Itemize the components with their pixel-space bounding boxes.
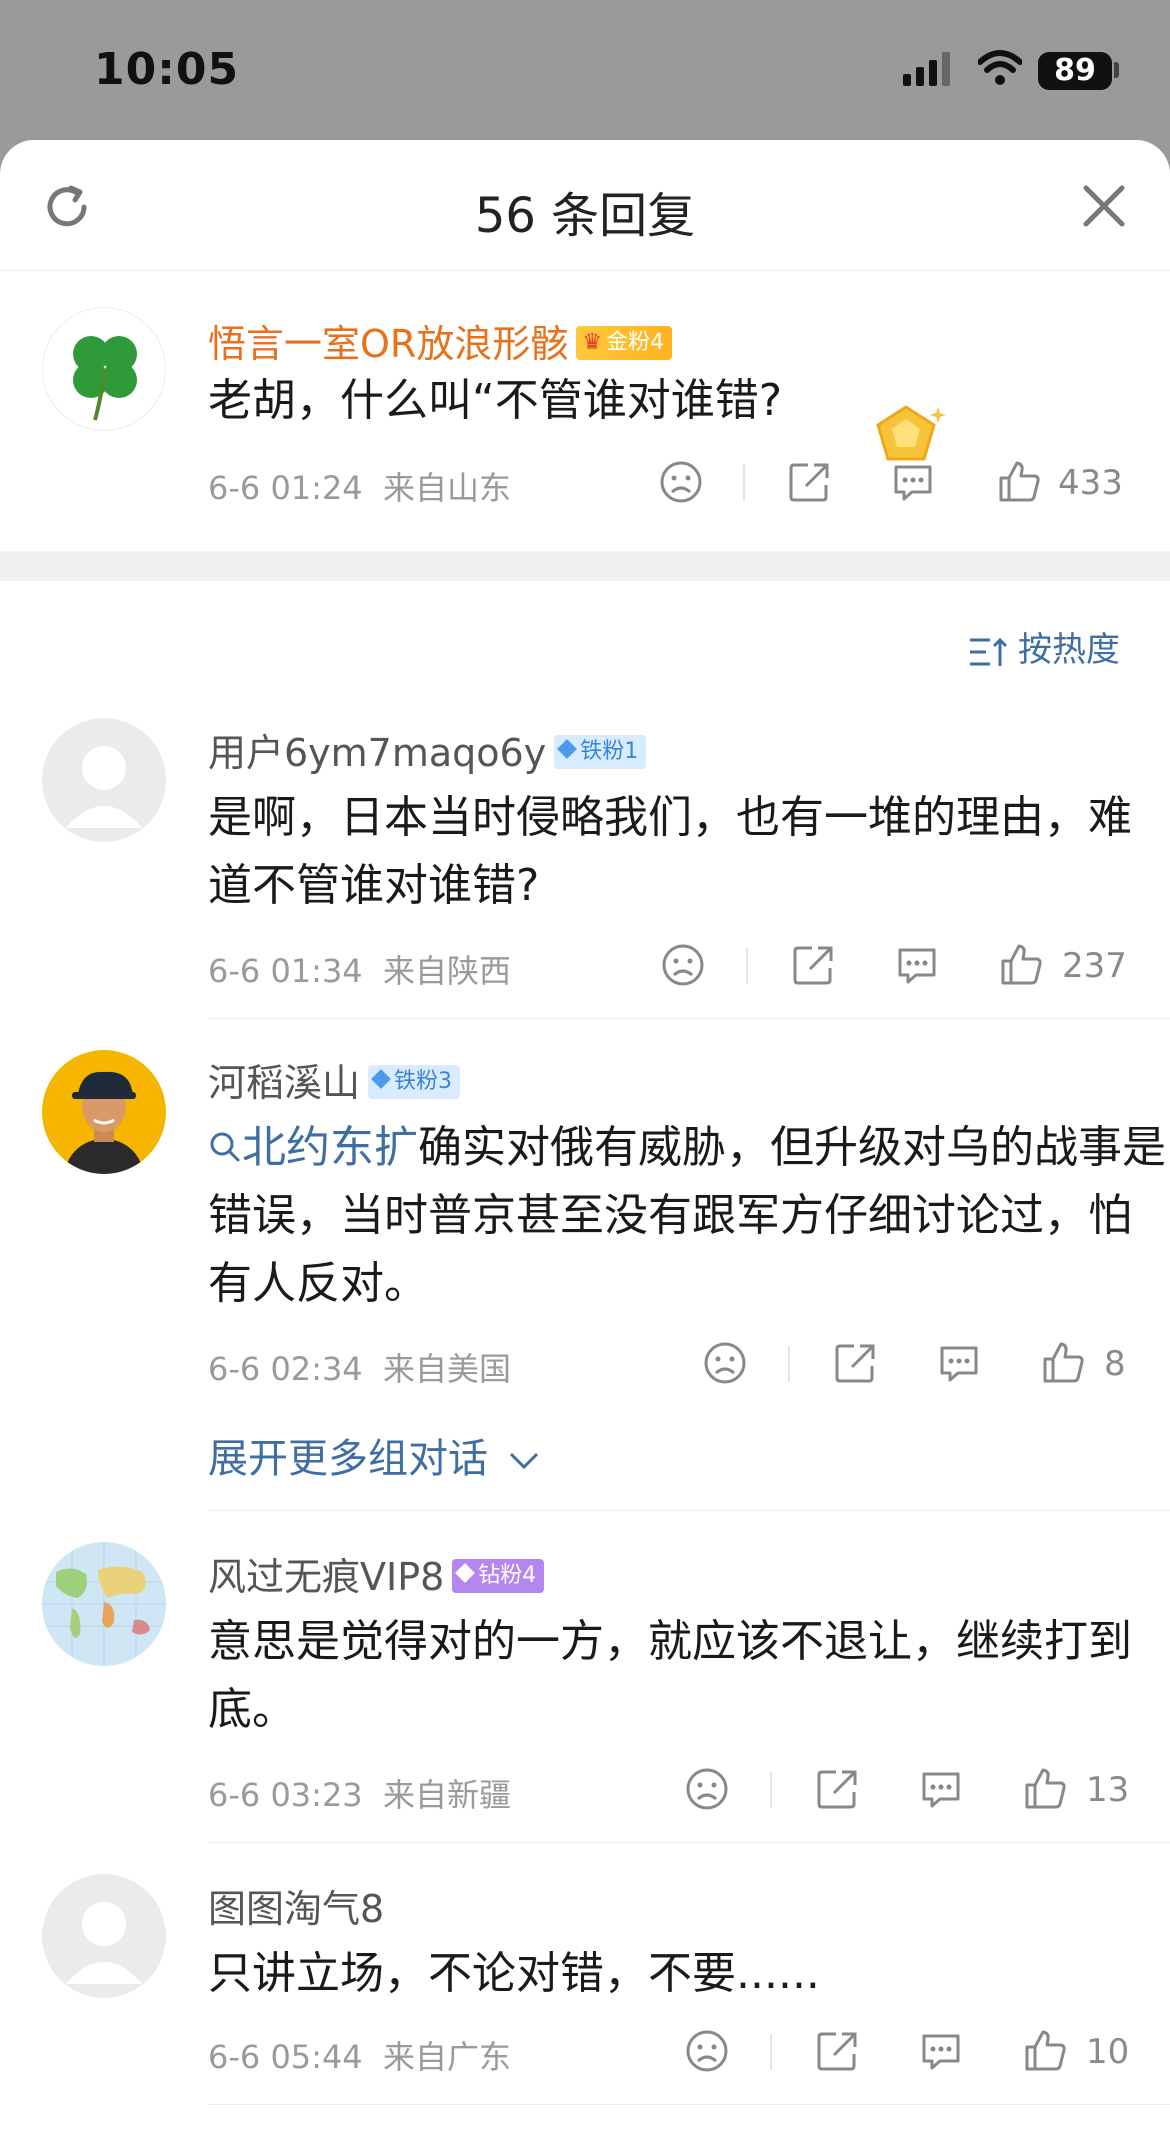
share-icon[interactable] xyxy=(790,942,836,988)
username[interactable]: 悟言一室OR放浪形骸 ♛ 金粉4 xyxy=(208,313,673,368)
badge-label: 铁粉1 xyxy=(580,738,639,764)
badge-label: 金粉4 xyxy=(606,329,665,355)
section-divider xyxy=(0,551,1170,581)
clover-icon xyxy=(73,336,137,421)
wifi-icon xyxy=(978,50,1022,85)
dislike-icon[interactable] xyxy=(660,942,706,988)
close-icon[interactable] xyxy=(1080,182,1128,230)
default-avatar-icon xyxy=(66,1902,142,1984)
diamond-icon xyxy=(371,1068,391,1089)
avatar[interactable] xyxy=(42,1542,166,1666)
like-count: 13 xyxy=(1086,1770,1130,1810)
username-text[interactable]: 风过无痕VIP8 xyxy=(208,1555,444,1599)
like-icon[interactable] xyxy=(1040,1340,1086,1386)
dislike-icon[interactable] xyxy=(702,1340,748,1386)
expand-conversation-button[interactable]: 展开更多组对话 xyxy=(208,1426,541,1484)
fan-badge: 钻粉4 xyxy=(452,1558,545,1593)
dislike-icon[interactable] xyxy=(684,2028,730,2074)
row-divider xyxy=(208,1510,1170,1511)
username[interactable]: 河稻溪山 铁粉3 xyxy=(208,1052,461,1107)
action-divider xyxy=(770,1772,772,1808)
default-avatar-icon xyxy=(66,746,142,828)
like-count: 237 xyxy=(1062,946,1127,986)
like-count: 8 xyxy=(1104,1344,1126,1384)
action-divider xyxy=(743,465,745,501)
expand-label: 展开更多组对话 xyxy=(208,1436,488,1482)
status-time: 10:05 xyxy=(94,44,240,95)
avatar[interactable] xyxy=(42,1050,166,1174)
comment-actions: 13 xyxy=(0,1766,1170,1816)
username-text[interactable]: 悟言一室OR放浪形骸 xyxy=(208,322,568,366)
action-divider xyxy=(770,2034,772,2070)
topic-link-text[interactable]: 北约东扩 xyxy=(242,1122,418,1173)
chevron-down-icon xyxy=(509,1452,538,1470)
crown-icon: ♛ xyxy=(582,329,603,355)
like-icon[interactable] xyxy=(996,459,1042,505)
fan-badge: ♛ 金粉4 xyxy=(576,325,673,360)
diamond-icon xyxy=(455,1562,476,1583)
username[interactable]: 用户6ym7maqo6y 铁粉1 xyxy=(208,722,647,777)
row-divider xyxy=(208,1842,1170,1843)
replies-sheet: 56 条回复 悟言一室OR放浪形骸 ♛ 金粉4 老胡，什么叫“不管谁对谁错? 6-6… xyxy=(0,140,1170,2131)
comment-actions: 8 xyxy=(0,1340,1170,1390)
comment-actions: 433 xyxy=(0,459,1170,509)
row-divider xyxy=(208,1018,1170,1019)
like-icon[interactable] xyxy=(998,942,1044,988)
like-count: 10 xyxy=(1086,2032,1130,2072)
action-divider xyxy=(746,948,748,984)
comment-text: 只讲立场，不论对错，不要...... xyxy=(208,1948,820,1999)
reply-icon[interactable] xyxy=(936,1340,982,1386)
like-icon[interactable] xyxy=(1022,2028,1068,2074)
share-icon[interactable] xyxy=(786,459,832,505)
reply-icon[interactable] xyxy=(894,942,940,988)
sheet-title: 56 条回复 xyxy=(474,188,696,244)
comment-text: 老胡，什么叫“不管谁对谁错? xyxy=(208,375,783,426)
sort-button[interactable]: 按热度 xyxy=(968,622,1120,671)
main-comment: 悟言一室OR放浪形骸 ♛ 金粉4 老胡，什么叫“不管谁对谁错? 6-6 01:24 … xyxy=(0,271,1170,551)
username-text[interactable]: 图图淘气8 xyxy=(208,1887,384,1931)
dislike-icon[interactable] xyxy=(658,459,704,505)
dislike-icon[interactable] xyxy=(684,1766,730,1812)
reply-icon[interactable] xyxy=(890,459,936,505)
sort-icon xyxy=(970,637,1008,666)
topic-link[interactable]: 北约东扩 xyxy=(208,1122,418,1173)
username[interactable]: 风过无痕VIP8 钻粉4 xyxy=(208,1546,545,1601)
sheet-header: 56 条回复 xyxy=(0,140,1170,271)
avatar[interactable] xyxy=(42,307,166,431)
world-map-icon xyxy=(42,1542,166,1666)
share-icon[interactable] xyxy=(814,1766,860,1812)
comment-text: 北约东扩确实对俄有威胁，但升级对乌的战事是错误，当时普京甚至没有跟军方仔细讨论过… xyxy=(208,1114,1168,1318)
fan-badge: 铁粉1 xyxy=(554,734,647,769)
battery-level: 89 xyxy=(1038,52,1112,90)
person-photo-icon xyxy=(64,1071,144,1174)
comment-text: 是啊，日本当时侵略我们，也有一堆的理由，难道不管谁对谁错? xyxy=(208,792,1132,911)
diamond-icon xyxy=(557,738,578,759)
search-icon xyxy=(210,1132,240,1162)
cellular-signal-icon xyxy=(903,52,950,86)
badge-label: 铁粉3 xyxy=(394,1068,453,1094)
like-icon[interactable] xyxy=(1022,1766,1068,1812)
avatar[interactable] xyxy=(42,1874,166,1998)
share-icon[interactable] xyxy=(814,2028,860,2074)
action-divider xyxy=(788,1346,790,1382)
badge-label: 钻粉4 xyxy=(478,1562,537,1588)
share-icon[interactable] xyxy=(832,1340,878,1386)
comment-text: 意思是觉得对的一方，就应该不退让，继续打到底。 xyxy=(208,1616,1132,1735)
row-divider xyxy=(208,2104,1170,2105)
sort-label: 按热度 xyxy=(1018,630,1120,670)
reply-icon[interactable] xyxy=(918,2028,964,2074)
comment-actions: 237 xyxy=(0,942,1170,992)
username-text[interactable]: 用户6ym7maqo6y xyxy=(208,731,546,775)
battery-icon xyxy=(1114,62,1119,78)
avatar[interactable] xyxy=(42,718,166,842)
reply-icon[interactable] xyxy=(918,1766,964,1812)
username-text[interactable]: 河稻溪山 xyxy=(208,1061,360,1105)
like-count: 433 xyxy=(1058,463,1123,503)
fan-badge: 铁粉3 xyxy=(368,1064,461,1099)
status-bar: 10:05 89 xyxy=(0,0,1170,140)
comment-actions: 10 xyxy=(0,2028,1170,2078)
username[interactable]: 图图淘气8 xyxy=(208,1878,384,1933)
